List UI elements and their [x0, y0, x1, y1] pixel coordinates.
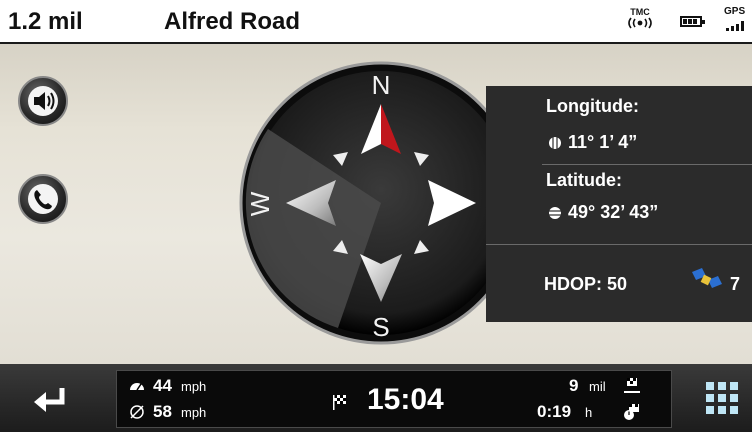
gps-info-panel: Longitude: 11° 1’ 4” Latitude: 49° 32’ 4…: [486, 86, 752, 322]
compass-s: S: [372, 312, 389, 342]
back-arrow-icon: [34, 388, 65, 412]
hdop-readout: HDOP: 50: [544, 274, 627, 295]
speedometer-icon: [130, 383, 144, 391]
arrival-flag-icon: [333, 395, 346, 410]
top-status-bar: 1.2 mil Alfred Road TMC GPS: [0, 0, 752, 44]
latitude-label: Latitude:: [546, 170, 622, 190]
longitude-icon: [549, 137, 561, 149]
gps-signal-icon: [726, 21, 744, 31]
bottom-bar: 44 mph 58 mph 15:04 9 mil 0:19 h: [0, 364, 752, 432]
average-icon: [130, 405, 144, 419]
hdop-value: 50: [607, 274, 628, 294]
gps-indicator: GPS: [724, 7, 748, 31]
grid-menu-icon: [706, 382, 738, 414]
battery-icon: [680, 16, 705, 27]
menu-button[interactable]: [690, 364, 752, 432]
compass: N S E W: [239, 61, 523, 345]
latitude-icon: [549, 207, 561, 219]
arrival-time: 15:04: [367, 383, 444, 416]
average-speed-value: 58: [153, 402, 172, 421]
tmc-label: TMC: [630, 7, 650, 17]
back-button[interactable]: [0, 364, 98, 432]
phone-icon: [34, 190, 52, 210]
gps-label: GPS: [724, 6, 746, 17]
distance-flag-icon: [624, 378, 640, 393]
remaining-distance: 9: [569, 376, 579, 395]
trip-info-box[interactable]: 44 mph 58 mph 15:04 9 mil 0:19 h: [116, 370, 672, 428]
panel-divider: [542, 164, 752, 165]
speed-unit: mph: [181, 379, 207, 394]
remaining-time: 0:19: [537, 402, 572, 421]
panel-divider: [486, 244, 752, 245]
tmc-signal-icon: [628, 17, 652, 29]
phone-button[interactable]: [18, 174, 68, 224]
satellite-count: 7: [730, 274, 741, 294]
time-flag-icon: [624, 404, 639, 420]
speed-value: 44: [153, 376, 172, 395]
hdop-label: HDOP:: [544, 274, 602, 294]
longitude-value: 11° 1’ 4”: [568, 132, 638, 152]
latitude-value: 49° 32’ 43”: [568, 202, 659, 222]
remaining-time-unit: h: [585, 405, 593, 420]
average-speed-unit: mph: [181, 405, 207, 420]
phone-button-face: [28, 184, 58, 214]
tmc-indicator: TMC: [626, 7, 654, 31]
compass-n: N: [372, 70, 391, 100]
speaker-icon: [34, 92, 55, 110]
current-street: Alfred Road: [164, 8, 301, 35]
volume-button-face: [28, 86, 58, 116]
distance-to-turn: 1.2 mil: [8, 8, 83, 35]
longitude-label: Longitude:: [546, 96, 639, 116]
remaining-distance-unit: mil: [589, 379, 606, 394]
compass-w: W: [245, 191, 275, 216]
satellite-icon: [692, 268, 722, 288]
volume-button[interactable]: [18, 76, 68, 126]
